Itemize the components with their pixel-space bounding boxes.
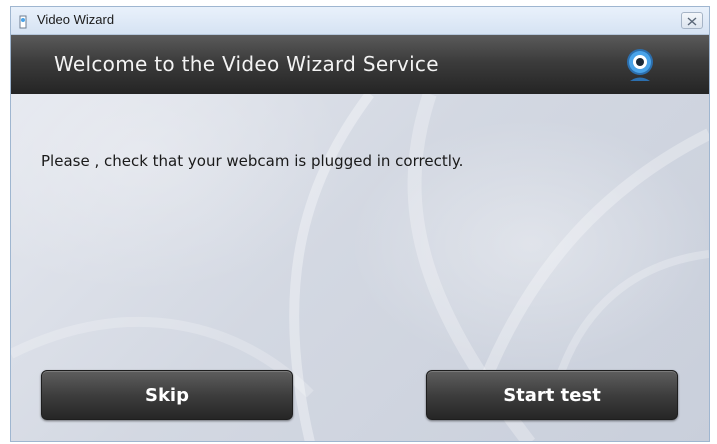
video-wizard-window: Video Wizard Welcome to the Video Wizard… (10, 6, 710, 442)
webcam-check-message: Please , check that your webcam is plugg… (41, 152, 464, 170)
close-button[interactable] (681, 12, 703, 29)
skip-button[interactable]: Skip (41, 370, 293, 420)
header-bar: Welcome to the Video Wizard Service (11, 35, 709, 94)
window-title: Video Wizard (37, 12, 115, 27)
title-bar[interactable]: Video Wizard (11, 7, 709, 35)
header-title: Welcome to the Video Wizard Service (54, 52, 439, 76)
content-area: Please , check that your webcam is plugg… (11, 94, 709, 441)
close-icon (687, 11, 697, 30)
start-test-button[interactable]: Start test (426, 370, 678, 420)
app-icon (17, 14, 29, 29)
webcam-icon (623, 47, 657, 83)
